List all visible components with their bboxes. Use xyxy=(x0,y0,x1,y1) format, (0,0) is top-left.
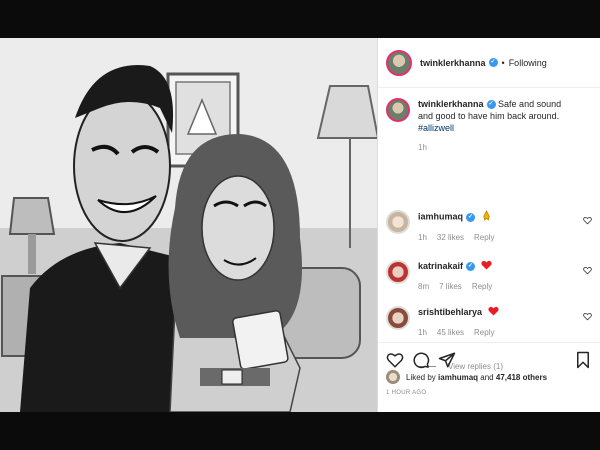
verified-badge-icon: ✓ xyxy=(466,212,476,222)
share-paper-plane-icon[interactable] xyxy=(438,351,456,369)
liked-by-prefix: Liked by xyxy=(406,372,436,382)
caption-meta: 1h xyxy=(418,142,578,154)
post-timestamp[interactable]: 1 HOUR AGO xyxy=(386,390,426,396)
comment-item: katrinakaif ✓ 8m 7 likes Reply xyxy=(386,260,592,293)
caption: twinklerkhanna ✓ Safe and sound and good … xyxy=(386,98,592,154)
like-heart-icon[interactable] xyxy=(386,351,404,369)
comment-meta: 1h 45 likes Reply xyxy=(418,327,578,339)
comment-body: iamhumaq ✓ 1h 32 likes Reply xyxy=(418,210,578,244)
comment-username[interactable]: srishtibehlarya xyxy=(418,307,482,317)
likes-summary: Liked by iamhumaq and 47,418 others xyxy=(386,370,547,384)
verified-badge-icon: ✓ xyxy=(488,58,498,67)
post-image[interactable] xyxy=(0,38,378,412)
bottom-black-band xyxy=(0,412,600,450)
caption-avatar[interactable] xyxy=(386,98,410,122)
comment-meta: 8m 7 likes Reply xyxy=(418,281,578,293)
comments-list: twinklerkhanna ✓ Safe and sound and good … xyxy=(378,88,600,378)
following-button[interactable]: Following xyxy=(509,58,547,68)
commenter-avatar[interactable] xyxy=(386,210,410,234)
author-avatar[interactable] xyxy=(386,49,412,76)
caption-hashtag[interactable]: #allizwell xyxy=(418,123,454,133)
separator-dot: • xyxy=(501,57,505,68)
pray-emoji-icon xyxy=(481,210,492,224)
author-username[interactable]: twinklerkhanna xyxy=(420,58,486,68)
liked-by-and: and xyxy=(480,372,494,382)
comment-bubble-icon[interactable] xyxy=(412,351,430,369)
comment-time[interactable]: 8m xyxy=(418,281,429,293)
commenter-avatar[interactable] xyxy=(386,260,410,284)
top-black-band xyxy=(0,0,600,38)
instagram-post: twinklerkhanna ✓ • Following twinklerkha… xyxy=(0,38,600,412)
comment-likes[interactable]: 32 likes xyxy=(437,232,464,244)
liker-avatar[interactable] xyxy=(386,370,400,384)
like-comment-heart-icon[interactable] xyxy=(583,312,592,321)
post-header: twinklerkhanna ✓ • Following xyxy=(378,38,600,88)
post-side-panel: twinklerkhanna ✓ • Following twinklerkha… xyxy=(378,38,600,412)
caption-time[interactable]: 1h xyxy=(418,142,427,154)
cartoon-illustration xyxy=(0,38,377,412)
comment-likes[interactable]: 7 likes xyxy=(439,281,462,293)
caption-body: twinklerkhanna ✓ Safe and sound and good … xyxy=(418,98,578,154)
reply-button[interactable]: Reply xyxy=(472,281,492,293)
comment-time[interactable]: 1h xyxy=(418,232,427,244)
comment-meta: 1h 32 likes Reply xyxy=(418,232,578,244)
red-heart-emoji-icon xyxy=(487,306,499,319)
comment-time[interactable]: 1h xyxy=(418,327,427,339)
save-bookmark-icon[interactable] xyxy=(574,351,592,369)
reply-button[interactable]: Reply xyxy=(474,232,494,244)
reply-button[interactable]: Reply xyxy=(474,327,494,339)
comment-body: katrinakaif ✓ 8m 7 likes Reply xyxy=(418,260,578,293)
comment-item: srishtibehlarya 1h 45 likes Reply xyxy=(386,306,592,339)
liked-by-user[interactable]: iamhumaq xyxy=(438,373,478,382)
verified-badge-icon: ✓ xyxy=(466,262,476,272)
comment-username[interactable]: katrinakaif xyxy=(418,261,463,271)
red-heart-emoji-icon xyxy=(480,260,492,273)
verified-badge-icon: ✓ xyxy=(486,100,496,110)
comment-likes[interactable]: 45 likes xyxy=(437,327,464,339)
liked-by-others[interactable]: 47,418 others xyxy=(496,373,547,382)
like-comment-heart-icon[interactable] xyxy=(583,216,592,225)
comment-body: srishtibehlarya 1h 45 likes Reply xyxy=(418,306,578,339)
caption-username[interactable]: twinklerkhanna xyxy=(418,99,484,109)
commenter-avatar[interactable] xyxy=(386,306,410,330)
comment-username[interactable]: iamhumaq xyxy=(418,211,463,221)
like-comment-heart-icon[interactable] xyxy=(583,266,592,275)
comment-item: iamhumaq ✓ 1h 32 likes Reply xyxy=(386,210,592,244)
